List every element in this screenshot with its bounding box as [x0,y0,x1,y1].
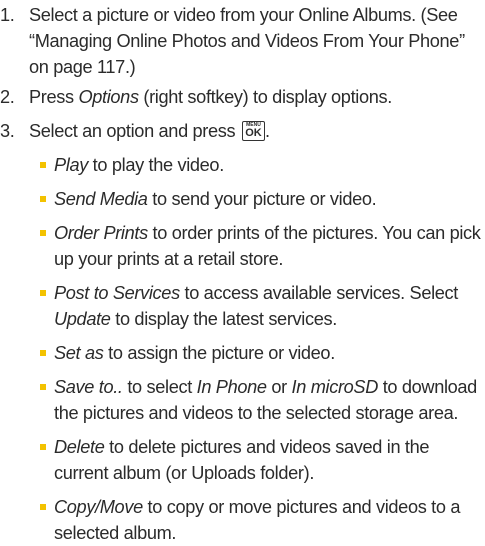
step-number: 2. [0,87,15,107]
bullet-icon [40,350,46,356]
step-3: 3. Select an option and press MENU OK. [0,118,479,144]
step-text: Press Options (right softkey) to display… [29,87,392,107]
bullet-icon [40,196,46,202]
manual-page: 1. Select a picture or video from your O… [0,0,485,543]
bullet-icon [40,162,46,168]
bullet-icon [40,230,46,236]
option-set-as: Set as to assign the picture or video. [40,340,481,366]
step-1: 1. Select a picture or video from your O… [0,2,479,80]
options-term: Options [78,87,139,107]
step-number: 3. [0,121,15,141]
bullet-icon [40,444,46,450]
option-order-prints: Order Prints to order prints of the pict… [40,220,481,272]
bullet-icon [40,290,46,296]
bullet-icon [40,504,46,510]
bullet-icon [40,384,46,390]
option-post-to-services: Post to Services to access available ser… [40,280,481,332]
option-play: Play to play the video. [40,152,481,178]
step-2: 2. Press Options (right softkey) to disp… [0,84,479,110]
option-save-to: Save to.. to select In Phone or In micro… [40,374,481,426]
step-number: 1. [0,5,15,25]
option-send-media: Send Media to send your picture or video… [40,186,481,212]
option-copy-move: Copy/Move to copy or move pictures and v… [40,494,481,546]
option-delete: Delete to delete pictures and videos sav… [40,434,481,486]
menu-ok-key-icon: MENU OK [241,121,265,141]
step-text: Select an option and press MENU OK. [29,121,270,141]
step-text: Select a picture or video from your Onli… [29,5,465,77]
